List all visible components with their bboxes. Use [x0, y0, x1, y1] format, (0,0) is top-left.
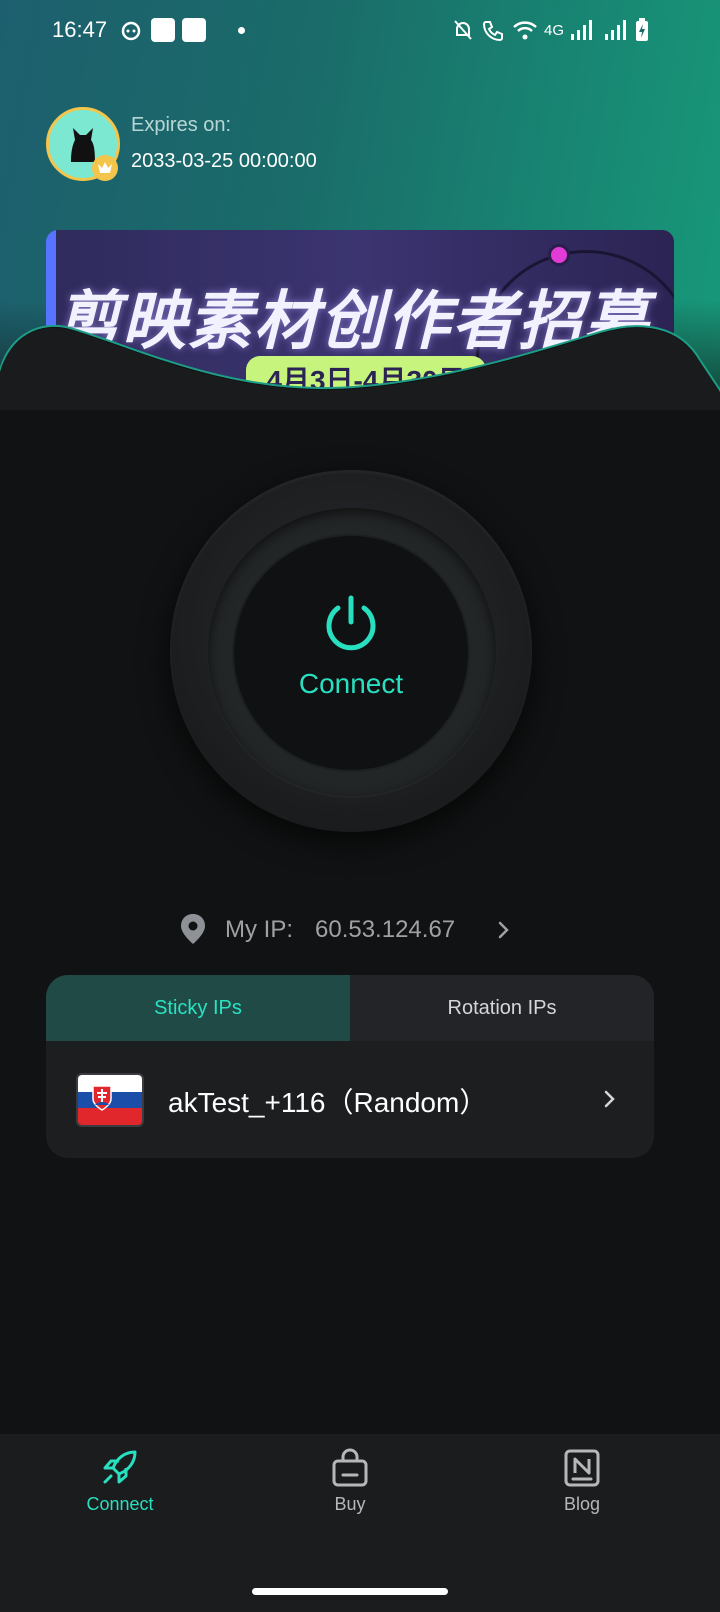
network-type: 4G [544, 21, 565, 39]
nav-connect[interactable]: Connect [60, 1448, 180, 1528]
tab-rotation-ips[interactable]: Rotation IPs [350, 975, 654, 1041]
rocket-icon [103, 1450, 137, 1484]
status-time: 16:47 [52, 17, 108, 42]
banner-dot [548, 244, 570, 266]
shopping-bag-icon [182, 18, 206, 42]
shopping-bag-icon [332, 1448, 368, 1487]
nav-blog-label: Blog [563, 1494, 601, 1514]
muted-bell-icon [452, 18, 474, 42]
wifi-icon [512, 18, 538, 42]
my-ip-value: 60.53.124.67 [315, 916, 456, 943]
my-ip-row[interactable]: My IP: 60.53.124.67 [180, 910, 520, 950]
my-ip-label: My IP: [225, 916, 294, 943]
chevron-right-icon [604, 1090, 615, 1108]
cat-icon [120, 18, 142, 42]
nav-buy[interactable]: Buy [290, 1448, 410, 1528]
crown-icon [92, 155, 118, 181]
signal-icon [604, 18, 628, 42]
connect-button[interactable]: Connect [234, 536, 468, 770]
chevron-right-icon [498, 921, 509, 939]
expires-label: Expires on: [131, 114, 232, 136]
nav-connect-label: Connect [86, 1494, 154, 1514]
selected-location-label: akTest_+116（Random） [168, 1087, 488, 1118]
bottom-nav: Connect Buy Blog [0, 1434, 720, 1612]
volte-call-icon [482, 18, 510, 42]
expires-date: 2033-03-25 00:00:00 [131, 150, 317, 172]
nav-blog[interactable]: Blog [522, 1448, 642, 1528]
selected-location-row[interactable]: akTest_+116（Random） [46, 1041, 654, 1158]
panel-wave [0, 324, 720, 420]
ip-type-card: Sticky IPs Rotation IPs akTest_+116（Rand… [46, 975, 654, 1158]
shopping-bag-icon [151, 18, 175, 42]
signal-icon [570, 18, 594, 42]
connect-label: Connect [298, 668, 404, 699]
notification-dot-icon [236, 18, 246, 42]
home-indicator[interactable] [252, 1588, 448, 1595]
nav-buy-label: Buy [334, 1494, 366, 1514]
battery-charging-icon [634, 18, 650, 42]
slovakia-flag-icon [76, 1073, 144, 1127]
status-bar: 16:47 4G [0, 0, 720, 60]
tab-sticky-ips[interactable]: Sticky IPs [46, 975, 350, 1041]
location-pin-icon [181, 914, 205, 944]
power-icon [326, 595, 376, 651]
blog-icon [564, 1449, 600, 1487]
